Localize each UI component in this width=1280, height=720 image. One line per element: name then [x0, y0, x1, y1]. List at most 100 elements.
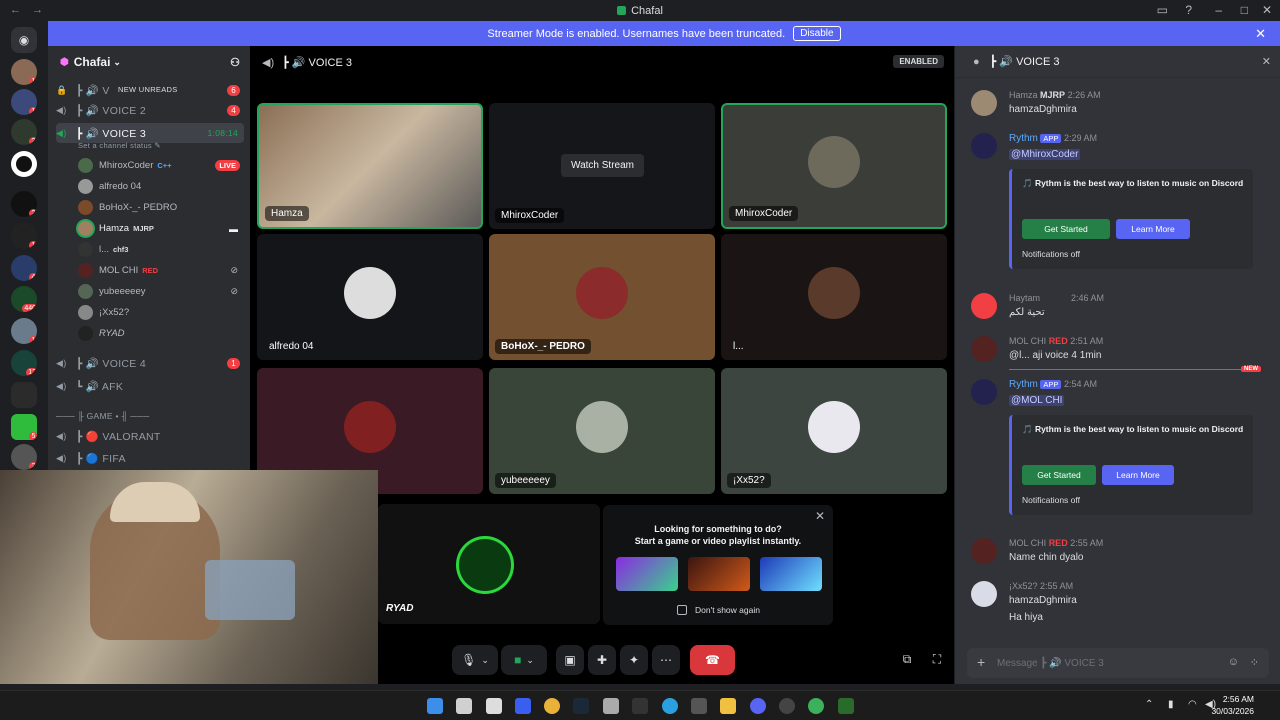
start-icon[interactable] — [427, 698, 443, 714]
tile-ryad[interactable]: RYAD — [378, 504, 600, 624]
terminal-icon[interactable] — [632, 698, 648, 714]
tasks-icon[interactable] — [486, 698, 502, 714]
store-icon[interactable] — [603, 698, 619, 714]
server-icon[interactable]: 1 — [11, 59, 37, 85]
server-icon[interactable]: 2 — [11, 119, 37, 145]
app-icon[interactable] — [779, 698, 795, 714]
telegram-icon[interactable] — [662, 698, 678, 714]
category-game[interactable]: ─── ╟ GAME • ╢ ─── — [56, 406, 244, 426]
discord-home-icon[interactable]: ◉ — [11, 27, 37, 53]
chat-message[interactable]: Rythm APP 2:54 AM @MOL CHI 🎵 Rythm is th… — [971, 379, 1271, 519]
inbox-icon[interactable]: ▭ — [1157, 3, 1168, 17]
chat-message[interactable]: MOL CHI RED 2:55 AM Name chin dyalo — [971, 538, 1271, 566]
server-icon[interactable]: 4 — [11, 255, 37, 281]
server-icon[interactable] — [11, 151, 37, 177]
chat-message[interactable]: Haytam 2:46 AM تحية لكم — [971, 293, 1271, 321]
activity-card[interactable] — [616, 557, 678, 591]
channel-valorant[interactable]: ◀) ┣ 🔴 VALORANT — [56, 426, 244, 446]
get-started-button[interactable]: Get Started — [1022, 465, 1096, 485]
app-icon[interactable] — [691, 698, 707, 714]
activities-button[interactable]: ✚ — [588, 645, 616, 675]
voice-user[interactable]: yubeeeeey ⊘ — [78, 281, 244, 302]
chrome-icon[interactable] — [808, 698, 824, 714]
chat-message[interactable]: Hamza MJRP 2:26 AM hamzaDghmira — [971, 90, 1271, 120]
apps-icon[interactable]: ⁘ — [1250, 656, 1259, 669]
forward-icon[interactable]: → — [32, 4, 43, 16]
share-screen-button[interactable]: ▣ — [556, 645, 584, 675]
clock-time[interactable]: 2:56 AM — [1223, 694, 1254, 704]
disconnect-button[interactable]: ☎ — [690, 645, 735, 675]
close-window-icon[interactable]: ✕ — [1262, 3, 1272, 17]
channel-voice-4[interactable]: ◀) ┣ 🔊 VOICE 4 1 — [56, 353, 244, 373]
soundboard-button[interactable]: ✦ — [620, 645, 648, 675]
add-attachment-icon[interactable]: + — [977, 654, 985, 670]
server-header[interactable]: ⬢ Chafai ⌄ ⚇ — [48, 46, 250, 78]
get-started-button[interactable]: Get Started — [1022, 219, 1110, 239]
new-unreads-pill[interactable]: NEW UNREADS — [112, 83, 184, 96]
video-tile-mhiroxcoder[interactable]: MhiroxCoder — [721, 103, 947, 229]
server-icon[interactable]: 1 — [11, 223, 37, 249]
message-input[interactable]: + Message ┣ 🔊 VOICE 3 ☺ ⁘ — [967, 648, 1269, 678]
app-icon[interactable] — [515, 698, 531, 714]
tile-xx52[interactable]: ¡Xx52? — [721, 368, 947, 494]
chat-message[interactable]: MOL CHI RED 2:51 AM @l... aji voice 4 1m… — [971, 336, 1271, 364]
voice-user[interactable]: BoHoX-_- PEDRO — [78, 197, 244, 218]
server-icon[interactable]: 2 — [11, 444, 37, 470]
tile-bohox[interactable]: BoHoX-_- PEDRO — [489, 234, 715, 360]
voice-user[interactable]: MOL CHI RED ⊘ — [78, 260, 244, 281]
chevron-down-icon[interactable]: ⌄ — [526, 655, 534, 666]
activity-card[interactable] — [688, 557, 750, 591]
server-icon[interactable]: 440 — [11, 286, 37, 312]
close-icon[interactable]: ✕ — [815, 509, 825, 523]
voice-user[interactable]: l... chf3 — [78, 239, 244, 260]
channel-voice-2[interactable]: ◀) ┣ 🔊 VOICE 2 4 — [56, 100, 244, 120]
chrome-icon[interactable] — [544, 698, 560, 714]
voice-user[interactable]: alfredo 04 — [78, 176, 244, 197]
channel-voice-1[interactable]: 🔒 ┣ 🔊 V NEW UNREADS 6 — [56, 80, 244, 100]
server-icon[interactable]: 5 — [11, 414, 37, 440]
tile-alfredo[interactable]: alfredo 04 — [257, 234, 483, 360]
more-options-button[interactable]: ⋯ — [652, 645, 680, 675]
checkbox[interactable] — [677, 605, 687, 615]
server-icon[interactable] — [11, 382, 37, 408]
voice-user[interactable]: RYAD — [78, 323, 244, 344]
video-tile-hamza[interactable]: Hamza — [257, 103, 483, 229]
chevron-down-icon[interactable]: ⌄ — [481, 655, 489, 666]
search-icon[interactable] — [456, 698, 472, 714]
tray-mic-icon[interactable]: ▮ — [1168, 699, 1174, 710]
close-icon[interactable]: ✕ — [1255, 26, 1266, 42]
watch-stream-button[interactable]: Watch Stream — [561, 154, 644, 177]
server-icon[interactable]: 2 — [11, 191, 37, 217]
tray-chevron-icon[interactable]: ⌃ — [1145, 699, 1153, 710]
folder-icon[interactable] — [720, 698, 736, 714]
steam-icon[interactable] — [573, 698, 589, 714]
learn-more-button[interactable]: Learn More — [1102, 465, 1174, 485]
channel-fifa[interactable]: ◀) ┣ 🔵 FIFA — [56, 448, 244, 468]
close-icon[interactable]: ✕ — [1262, 55, 1271, 68]
maximize-icon[interactable]: □ — [1241, 3, 1248, 17]
discord-icon[interactable] — [750, 698, 766, 714]
mention[interactable]: @MOL CHI — [1009, 395, 1065, 406]
camera-button[interactable]: ■ ⌄ — [501, 645, 547, 675]
chat-message[interactable]: Rythm APP 2:29 AM @MhiroxCoder 🎵 Rythm i… — [971, 133, 1271, 273]
clock-date[interactable]: 30/03/2026 — [1211, 706, 1254, 716]
voice-user[interactable]: ¡Xx52? — [78, 302, 244, 323]
tile-l[interactable]: l... — [721, 234, 947, 360]
minimize-icon[interactable]: – — [1215, 3, 1222, 17]
activity-card[interactable] — [760, 557, 822, 591]
disable-streamer-mode-button[interactable]: Disable — [793, 26, 841, 41]
chat-message[interactable]: ¡Xx52? 2:55 AM hamzaDghmira Ha hiya — [971, 581, 1271, 625]
channel-status[interactable]: Set a channel status ✎ — [78, 138, 266, 152]
server-icon[interactable]: 12 — [11, 350, 37, 376]
popout-button[interactable]: ⧉ — [898, 648, 916, 670]
app-icon[interactable] — [838, 698, 854, 714]
learn-more-button[interactable]: Learn More — [1116, 219, 1190, 239]
server-icon[interactable]: 1 — [11, 89, 37, 115]
voice-user[interactable]: MhiroxCoder C++ LIVE — [78, 155, 244, 176]
voice-user[interactable]: Hamza MJRP ▬ — [78, 218, 244, 239]
channel-afk[interactable]: ◀) ┗ 🔊 AFK — [56, 376, 244, 396]
microphone-button[interactable]: 🎙 ⌄ — [452, 645, 498, 675]
stream-tile-mhiroxcoder[interactable]: Watch Stream MhiroxCoder — [489, 103, 715, 229]
tile-yubeeeeey[interactable]: yubeeeeey — [489, 368, 715, 494]
add-friends-icon[interactable]: ⚇ — [230, 56, 240, 69]
